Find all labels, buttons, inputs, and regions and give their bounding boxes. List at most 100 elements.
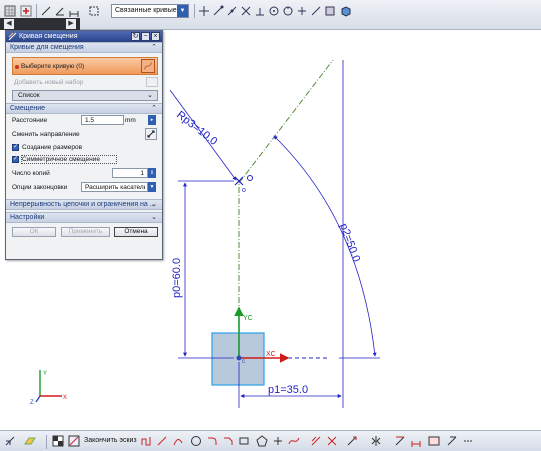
trim-icon[interactable] [326,435,338,447]
finish-sketch-button[interactable]: Закончить эскиз [84,437,137,444]
cancel-button[interactable]: Отмена [114,227,158,237]
arc-point-marker[interactable]: o [234,175,253,195]
angle-tool-icon[interactable] [54,5,66,17]
snap-quadrant-icon[interactable] [282,5,294,17]
svg-text:o: o [242,187,246,194]
group-curves-title: Кривые для смещения [10,44,84,51]
group-header-settings[interactable]: Настройки ⌄ [6,212,162,223]
auto-constraint-icon[interactable] [428,435,440,447]
curve-filter-select[interactable]: Связанные кривые ▼ [111,4,189,18]
cap-options-select[interactable]: Расширить касательн [81,182,148,192]
group-chain-title: Непрерывность цепочки и ограничения на .… [10,201,156,208]
select-curve-label: Выберите кривую (0) [21,63,85,70]
snap-mid-icon[interactable] [226,5,238,17]
group-header-chain[interactable]: Непрерывность цепочки и ограничения на .… [6,199,162,210]
nav-forward-button[interactable]: ▶ [66,19,76,29]
extend-icon[interactable] [346,435,358,447]
circle-icon[interactable] [190,435,202,447]
distance-value: 1.5 [85,117,95,124]
minimize-icon[interactable]: − [141,32,150,41]
group-settings-title: Настройки [10,214,45,221]
snap-plus-icon[interactable] [296,5,308,17]
snap-end-icon[interactable] [212,5,224,17]
chevron-up-icon[interactable]: ⌃ [151,43,157,53]
create-dims-label: Создание размеров [22,144,83,151]
snap-point-icon[interactable] [198,5,210,17]
curve-pick-icon[interactable] [141,59,155,73]
triad-z-label: Z [30,400,34,406]
copies-stepper-icon[interactable]: ⇕ [148,168,156,178]
symmetric-label: Симметричное смещение [22,156,100,163]
triad-x-label: X [63,395,67,401]
arc-icon[interactable] [172,435,184,447]
dimension-tool-icon[interactable] [68,5,80,17]
select-curve-field[interactable]: Выберите кривую (0) [12,57,158,75]
show-constraints-icon[interactable] [446,435,458,447]
ok-button[interactable]: ОК [12,227,56,237]
nav-back-button[interactable]: ◀ [4,19,14,29]
dialog-buttons: ОК Применить Отмена [6,223,162,239]
group-offset-title: Смещение [10,105,46,112]
snap-intersect-icon[interactable] [240,5,252,17]
chevron-down-icon[interactable]: ⌄ [151,200,157,210]
triad-y-label: Y [43,371,47,377]
polygon-icon[interactable] [256,435,268,447]
close-icon[interactable]: × [151,32,160,41]
snap-center-icon[interactable] [268,5,280,17]
distance-input[interactable]: 1.5 [81,115,124,125]
reverse-direction-icon[interactable] [145,128,157,140]
constraint-icon[interactable] [394,435,406,447]
snap-all-icon[interactable] [324,5,336,17]
offset-curve-icon[interactable] [310,435,322,447]
add-set-icon[interactable] [146,77,158,87]
fillet-icon[interactable] [206,435,218,447]
xc-label: XC [266,351,276,358]
symmetric-checkbox[interactable] [12,155,19,163]
snap-tangent-icon[interactable] [310,5,322,17]
grid-icon[interactable] [4,5,16,17]
dimension-p2[interactable]: p2=50.0 [273,135,380,359]
apply-button[interactable]: Применить [61,227,110,237]
point-icon[interactable] [272,435,284,447]
yc-label: YC [243,315,253,322]
chevron-down-icon[interactable]: ▼ [148,182,156,192]
select-box-icon[interactable] [88,5,100,17]
view-triad: Y X Z [30,370,67,406]
required-dot-icon [15,65,19,69]
group-header-curves[interactable]: Кривые для смещения ⌃ [6,42,162,53]
tab-strip: ◀ ▶ [0,18,80,30]
dimension-rp3[interactable]: Rp3=10.0 [169,89,237,181]
reset-icon[interactable]: ↻ [131,32,140,41]
chamfer-icon[interactable] [222,435,234,447]
dimension-p0[interactable]: p0=60.0 [171,180,234,359]
mirror-icon[interactable] [370,435,382,447]
dimension-p2-label: p2=50.0 [337,222,362,264]
finish-sketch-icon[interactable] [68,435,80,447]
line-tool-icon[interactable] [40,5,52,17]
copies-input[interactable]: 1 [112,168,148,178]
sketch-plane-icon[interactable] [24,435,36,447]
snap-perp-icon[interactable] [254,5,266,17]
distance-menu-icon[interactable]: ▸ [148,115,156,125]
add-icon[interactable] [20,5,32,17]
spline-icon[interactable] [288,435,300,447]
copies-value: 1 [140,170,144,177]
offset-tool-icon [8,32,17,41]
convert-reference-icon[interactable] [462,435,474,447]
chevron-down-icon[interactable]: ▼ [177,5,188,17]
group-header-offset[interactable]: Смещение ⌃ [6,103,162,114]
measure-icon[interactable] [4,435,16,447]
rectangle-icon[interactable] [238,435,250,447]
checker-icon[interactable] [52,435,64,447]
chevron-up-icon[interactable]: ⌃ [151,104,157,114]
cube-view-icon[interactable] [340,5,352,17]
create-dims-checkbox[interactable] [12,143,19,151]
bottom-toolbar: Закончить эскиз [0,430,541,451]
group-curves-body: Выберите кривую (0) Добавить новый набор… [6,53,162,103]
list-toggle[interactable]: Список ⌄ [12,90,158,101]
line-icon[interactable] [156,435,168,447]
dimension-icon[interactable] [410,435,422,447]
svg-text:c: c [242,359,245,365]
chevron-down-icon[interactable]: ⌄ [151,213,157,223]
profile-icon[interactable] [140,435,152,447]
